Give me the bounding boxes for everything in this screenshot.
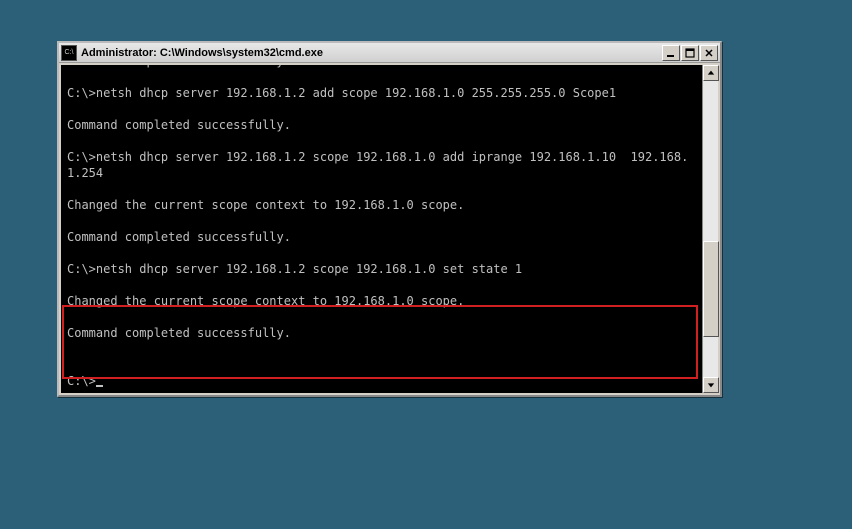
terminal-line: [67, 309, 696, 325]
terminal-line: [67, 181, 696, 197]
terminal-line: Changed the current scope context to 192…: [67, 293, 696, 309]
maximize-button[interactable]: [681, 45, 699, 61]
terminal-line: [67, 277, 696, 293]
terminal-line: Command completed successfully.: [67, 117, 696, 133]
scrollbar-track[interactable]: [703, 81, 718, 377]
terminal-line: [67, 69, 696, 85]
terminal-line: Command completed successfully.: [67, 229, 696, 245]
terminal-line: [67, 101, 696, 117]
window-title: Administrator: C:\Windows\system32\cmd.e…: [81, 47, 662, 59]
scroll-down-button[interactable]: [703, 377, 719, 393]
terminal-line: [67, 357, 696, 373]
prompt-text: C:\>: [67, 374, 96, 388]
window-icon: C:\: [61, 45, 77, 61]
terminal-line: [67, 245, 696, 261]
terminal-line: C:\>netsh dhcp server 192.168.1.2 add sc…: [67, 85, 696, 101]
terminal-line: Changed the current scope context to 192…: [67, 197, 696, 213]
terminal-line: [67, 133, 696, 149]
minimize-button[interactable]: [662, 45, 680, 61]
cmd-window: C:\ Administrator: C:\Windows\system32\c…: [57, 41, 722, 397]
terminal-line: C:\>netsh dhcp server 192.168.1.2 scope …: [67, 261, 696, 277]
scroll-up-button[interactable]: [703, 65, 719, 81]
vertical-scrollbar[interactable]: [702, 65, 718, 393]
close-button[interactable]: [700, 45, 718, 61]
scrollbar-thumb[interactable]: [703, 241, 719, 337]
window-controls: [662, 45, 718, 61]
text-cursor: [96, 385, 103, 387]
terminal-line: [67, 213, 696, 229]
terminal-line: [67, 341, 696, 357]
terminal-prompt-line[interactable]: C:\>: [67, 373, 696, 389]
terminal-line: C:\>netsh dhcp server 192.168.1.2 scope …: [67, 149, 696, 181]
terminal-output[interactable]: The DHCP Server service was started succ…: [61, 65, 702, 393]
titlebar[interactable]: C:\ Administrator: C:\Windows\system32\c…: [59, 43, 720, 63]
terminal-container: The DHCP Server service was started succ…: [61, 65, 718, 393]
terminal-line: Command completed successfully.: [67, 325, 696, 341]
